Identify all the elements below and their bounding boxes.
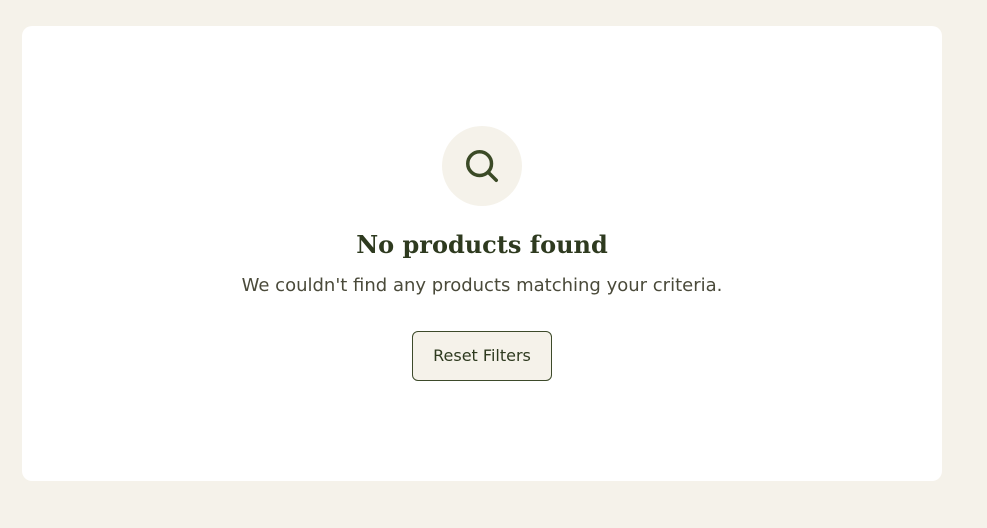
search-icon-badge (442, 126, 522, 206)
empty-state-message: We couldn't find any products matching y… (241, 275, 723, 296)
reset-filters-button[interactable]: Reset Filters (412, 331, 552, 381)
empty-state-card: No products found We couldn't find any p… (22, 26, 942, 481)
empty-state-title: No products found (356, 230, 608, 259)
search-icon (466, 150, 498, 182)
